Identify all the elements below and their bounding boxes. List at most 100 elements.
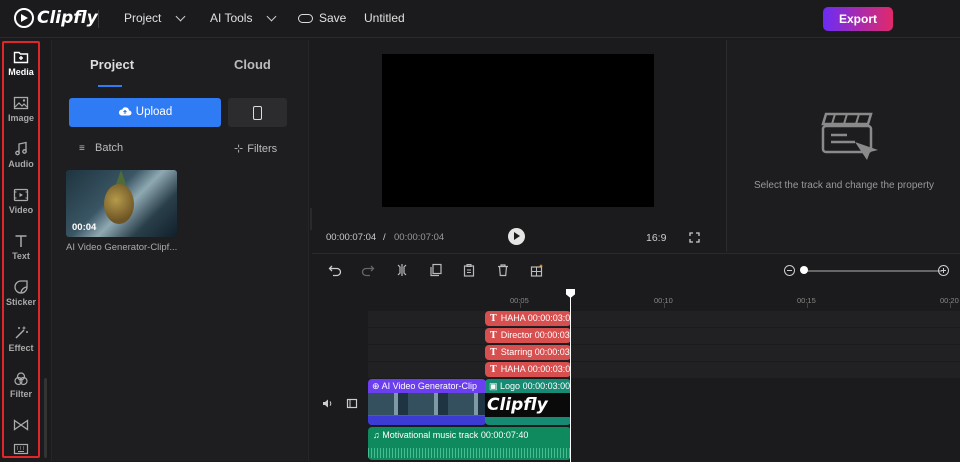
asset-name: AI Video Generator-Clipf... <box>66 242 178 253</box>
sidebar-item-audio[interactable]: Audio <box>4 141 38 169</box>
sidebar-item-sticker[interactable]: Sticker <box>4 279 38 307</box>
logo-text: Clipfly <box>37 8 98 28</box>
text-track-lane <box>368 311 960 327</box>
text-clip[interactable]: T Director 00:00:03 <box>485 328 571 343</box>
zoom-slider-handle[interactable] <box>800 266 808 274</box>
sidebar-item-label: Text <box>12 251 30 261</box>
video-canvas[interactable] <box>382 54 654 207</box>
zoom-slider[interactable] <box>802 270 942 272</box>
sidebar-item-filter[interactable]: Filter <box>4 371 38 399</box>
filters-label: Filters <box>247 143 278 155</box>
clipfly-logo[interactable]: Clipfly <box>14 8 98 28</box>
sidebar-item-transition[interactable] <box>4 417 38 435</box>
document-title[interactable]: Untitled <box>364 11 405 25</box>
logo-clip-preview: Clipfly <box>485 393 571 417</box>
video-track-icon[interactable] <box>346 398 358 409</box>
save-label: Save <box>319 11 347 25</box>
phone-upload-button[interactable] <box>228 98 287 127</box>
cloud-upload-icon <box>118 107 132 116</box>
cloud-icon <box>298 13 313 23</box>
batch-button[interactable]: ≡ Batch <box>79 142 123 154</box>
redo-icon[interactable] <box>361 263 375 277</box>
logo-clip-label: Logo <box>500 381 521 391</box>
current-time: 00:00:07:04 <box>326 232 377 243</box>
logo-clip-header: ▣ Logo 00:00:03:00 <box>485 379 571 394</box>
undo-icon[interactable] <box>328 263 342 277</box>
sidebar-item-effect[interactable]: Effect <box>4 325 38 353</box>
text-track-lane <box>368 345 960 361</box>
sidebar-item-image[interactable]: Image <box>4 95 38 123</box>
text-clip[interactable]: T HAHA 00:00:03:0 <box>485 362 571 377</box>
split-icon[interactable] <box>395 263 409 277</box>
save-button[interactable]: Save <box>298 11 346 25</box>
upload-button[interactable]: Upload <box>69 98 221 127</box>
phone-icon <box>253 106 262 120</box>
ai-tools-menu-label: AI Tools <box>210 11 253 25</box>
export-button[interactable]: Export <box>823 7 893 31</box>
zoom-out-icon[interactable] <box>784 265 795 276</box>
transition-icon <box>13 419 29 431</box>
sidebar-scrollbar[interactable] <box>44 378 47 458</box>
properties-hint: Select the track and change the property <box>753 180 935 191</box>
text-clip-label: HAHA <box>500 364 526 374</box>
total-time: 00:00:07:04 <box>394 232 445 243</box>
logo-clip[interactable]: ▣ Logo 00:00:03:00 Clipfly <box>485 379 571 425</box>
ai-tools-menu[interactable]: AI Tools <box>210 11 277 25</box>
document-title-text: Untitled <box>364 11 405 25</box>
play-button[interactable] <box>508 228 525 245</box>
audio-clip[interactable]: ♫ Motivational music track 00:00:07:40 <box>368 427 571 460</box>
delete-icon[interactable] <box>496 263 510 277</box>
text-clip-label: Director <box>500 330 533 340</box>
text-clip[interactable]: T HAHA 00:00:03:0 <box>485 311 571 326</box>
ruler-tick <box>807 303 808 308</box>
text-track-lane <box>368 362 960 378</box>
media-panel: Project Cloud Upload ≡ Batch ⊹ Filters 00:… <box>51 40 309 461</box>
sidebar-item-label: Video <box>8 205 34 215</box>
ai-tools-icon[interactable] <box>530 263 544 277</box>
copy-icon[interactable] <box>462 263 476 277</box>
playhead[interactable] <box>570 290 571 462</box>
sidebar-item-label: Audio <box>8 159 34 169</box>
text-clip-time: 00:00:03 <box>534 330 570 340</box>
video-clip-frames <box>368 393 486 415</box>
aspect-ratio-button[interactable]: 16:9 <box>646 232 666 244</box>
text-clip[interactable]: T Starring 00:00:03 <box>485 345 571 360</box>
active-tab-indicator <box>98 85 122 87</box>
top-bar: Clipfly Project AI Tools Save Untitled E… <box>0 0 960 38</box>
sidebar-item-keyboard[interactable] <box>4 441 38 459</box>
text-clip-label: HAHA <box>500 313 526 323</box>
ruler-tick <box>950 303 951 308</box>
preview-area: 00:00:07:04 / 00:00:07:04 16:9 <box>312 40 725 252</box>
video-clip-footer <box>368 416 486 425</box>
sidebar-item-text[interactable]: Text <box>4 233 38 261</box>
media-asset-thumbnail[interactable]: 00:04 <box>66 170 177 237</box>
text-clip-time: 00:00:03:0 <box>527 313 571 323</box>
project-menu-label: Project <box>124 11 162 25</box>
sidebar-item-video[interactable]: Video <box>4 187 38 215</box>
project-menu[interactable]: Project <box>124 11 186 25</box>
audio-waveform <box>368 448 571 458</box>
image-icon <box>13 96 29 110</box>
text-clip-label: Starring <box>500 347 533 357</box>
duplicate-icon[interactable] <box>429 263 443 277</box>
filters-button[interactable]: ⊹ Filters <box>234 142 277 155</box>
zoom-in-icon[interactable] <box>938 265 949 276</box>
chevron-down-icon <box>267 11 277 21</box>
divider <box>98 10 99 28</box>
film-icon <box>13 188 29 202</box>
audio-clip-time: 00:00:07:40 <box>480 430 529 440</box>
video-clip-header: ⊕ AI Video Generator-Clip <box>368 379 486 394</box>
sidebar-item-media[interactable]: Media <box>4 49 38 77</box>
filter-circles-icon <box>14 372 28 386</box>
tab-cloud[interactable]: Cloud <box>234 57 271 72</box>
volume-icon[interactable] <box>322 398 334 409</box>
audio-clip-label: Motivational music track <box>382 430 479 440</box>
fullscreen-icon[interactable] <box>689 232 700 243</box>
time-separator: / <box>383 232 386 243</box>
sidebar-item-label: Effect <box>8 343 34 353</box>
video-clip[interactable]: ⊕ AI Video Generator-Clip <box>368 379 486 425</box>
text-type-icon: T <box>490 348 497 358</box>
text-type-icon: T <box>490 314 497 324</box>
sidebar-item-label: Sticker <box>5 297 37 307</box>
tab-project[interactable]: Project <box>90 57 134 72</box>
